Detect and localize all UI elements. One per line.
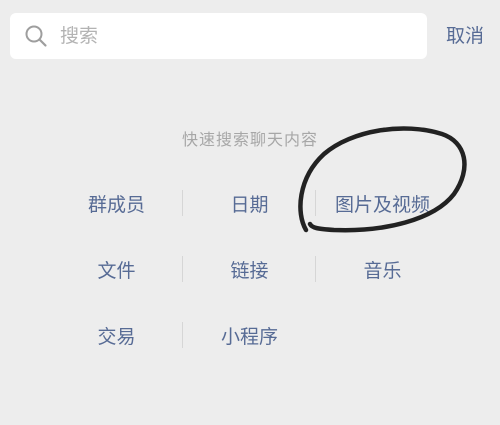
category-row: 交易 小程序	[50, 313, 450, 357]
cancel-button[interactable]: 取消	[437, 20, 493, 52]
category-row: 群成员 日期 图片及视频	[50, 181, 450, 225]
search-bar[interactable]	[10, 13, 427, 59]
category-files[interactable]: 文件	[50, 256, 183, 283]
category-grid: 群成员 日期 图片及视频 文件 链接 音乐 交易 小程序	[50, 181, 450, 379]
category-links[interactable]: 链接	[183, 256, 316, 283]
category-transactions[interactable]: 交易	[50, 322, 183, 349]
category-mini-programs[interactable]: 小程序	[183, 322, 316, 349]
search-icon	[22, 22, 50, 50]
category-members[interactable]: 群成员	[50, 190, 183, 217]
category-music[interactable]: 音乐	[316, 256, 449, 283]
search-input[interactable]	[58, 24, 402, 48]
category-date[interactable]: 日期	[183, 190, 316, 217]
category-images-videos[interactable]: 图片及视频	[316, 190, 449, 217]
category-row: 文件 链接 音乐	[50, 247, 450, 291]
search-hint: 快速搜索聊天内容	[181, 130, 318, 149]
